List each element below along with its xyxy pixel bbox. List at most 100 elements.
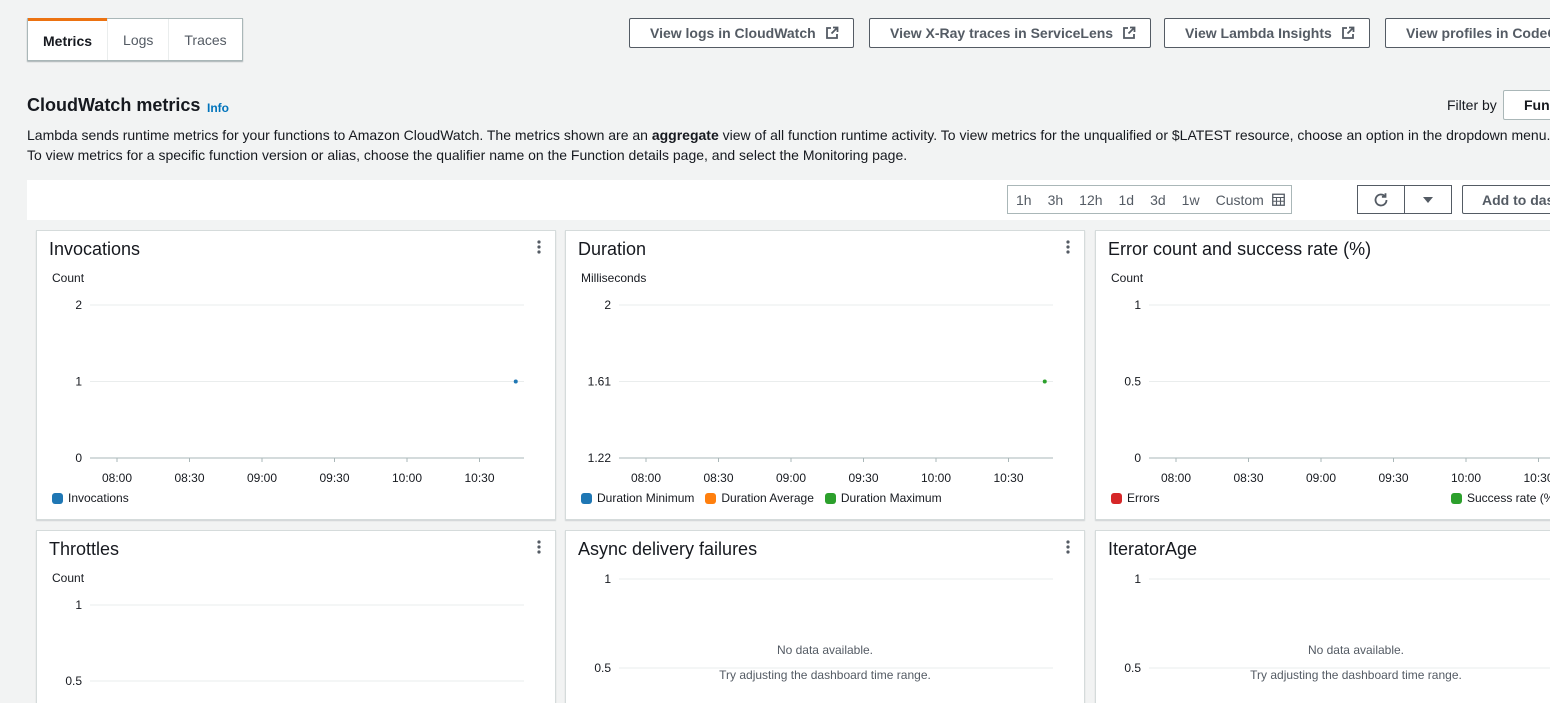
caret-down-icon xyxy=(1423,196,1433,203)
view-profiles-label: View profiles in CodeGuru xyxy=(1406,25,1550,41)
y-tick-label: 0 xyxy=(75,451,82,465)
legend-label: Duration Minimum xyxy=(597,491,695,505)
x-tick-label: 09:30 xyxy=(848,471,878,485)
range-12h[interactable]: 12h xyxy=(1071,186,1110,213)
view-logs-label: View logs in CloudWatch xyxy=(650,25,816,41)
view-profiles-button[interactable]: View profiles in CodeGuru xyxy=(1385,18,1550,48)
x-tick-label: 09:00 xyxy=(247,471,277,485)
legend-label: Duration Maximum xyxy=(840,491,942,505)
add-to-dashboard-button[interactable]: Add to dashboard xyxy=(1462,185,1550,214)
widget-throttles: Throttles Count 0.5 1 xyxy=(36,530,556,703)
tab-logs[interactable]: Logs xyxy=(107,19,168,60)
range-3d[interactable]: 3d xyxy=(1142,186,1174,213)
y-tick-label: 1 xyxy=(1134,298,1141,312)
range-1h[interactable]: 1h xyxy=(1008,186,1040,213)
view-logs-button[interactable]: View logs in CloudWatch xyxy=(629,18,854,48)
legend-swatch xyxy=(581,492,592,504)
y-tick-label: 0 xyxy=(1134,451,1141,465)
legend-label: Success rate (%) xyxy=(1467,491,1550,505)
legend-swatch xyxy=(824,492,836,504)
x-tick-label: 10:00 xyxy=(921,471,951,485)
y-tick-label: 1 xyxy=(1134,572,1141,586)
chart-errors: 0 0.5 1 08:00 08:30 09:00 09:30 10:00 10:30 xyxy=(1124,298,1550,485)
legend-label: Invocations xyxy=(68,491,129,505)
widget-duration: Duration Milliseconds 1.22 1.61 2 08:00 08:3… xyxy=(565,230,1085,520)
x-tick-label: 10:00 xyxy=(1451,471,1481,485)
no-data-hint: Try adjusting the dashboard time range. xyxy=(719,668,931,682)
legend-item[interactable]: Duration Average xyxy=(705,491,814,505)
x-tick-label: 08:00 xyxy=(102,471,132,485)
x-tick-label: 10:00 xyxy=(392,471,422,485)
external-link-icon xyxy=(1123,26,1136,39)
y-tick-label: 2 xyxy=(604,298,611,312)
y-tick-label: 1 xyxy=(75,375,82,389)
chart-invocations: 0 1 2 08:00 08:30 09:00 09:30 10:00 10:30 xyxy=(75,298,524,485)
info-link[interactable]: Info xyxy=(207,101,229,115)
x-tick-label: 08:00 xyxy=(1161,471,1191,485)
legend-item[interactable]: Duration Maximum xyxy=(824,491,942,505)
x-tick-label: 10:30 xyxy=(993,471,1023,485)
range-custom[interactable]: Custom xyxy=(1208,186,1291,213)
x-tick-label: 09:00 xyxy=(776,471,806,485)
widget-errors: Error count and success rate (%) Count 0… xyxy=(1095,230,1550,520)
legend-item[interactable]: Errors xyxy=(1111,491,1160,505)
page-title: CloudWatch metrics xyxy=(27,95,201,115)
tab-traces[interactable]: Traces xyxy=(168,19,241,60)
legend-swatch xyxy=(52,492,63,504)
refresh-options-button[interactable] xyxy=(1404,185,1452,214)
x-tick-label: 08:30 xyxy=(703,471,733,485)
x-tick-label: 08:30 xyxy=(1233,471,1263,485)
metrics-description: Lambda sends runtime metrics for your fu… xyxy=(27,125,1550,165)
external-link-icon xyxy=(1341,26,1355,39)
legend-swatch xyxy=(1111,492,1122,504)
metrics-toolbar xyxy=(27,180,1550,220)
y-tick-label: 1 xyxy=(75,598,82,612)
view-xray-label: View X-Ray traces in ServiceLens xyxy=(890,25,1114,41)
y-tick-label: 0.5 xyxy=(1124,375,1141,389)
refresh-button[interactable] xyxy=(1357,185,1405,214)
data-point xyxy=(1042,379,1047,384)
chart-legend: Invocations xyxy=(52,491,140,505)
view-insights-label: View Lambda Insights xyxy=(1185,25,1332,41)
legend-item[interactable]: Success rate (%) xyxy=(1451,491,1550,505)
legend-label: Duration Average xyxy=(721,491,814,505)
legend-swatch xyxy=(705,492,717,504)
time-range-selector: 1h 3h 12h 1d 3d 1w Custom xyxy=(1007,185,1292,214)
data-point xyxy=(513,379,518,384)
no-data-hint: Try adjusting the dashboard time range. xyxy=(1250,668,1462,682)
y-tick-label: 1 xyxy=(604,572,611,586)
filter-select[interactable]: Function xyxy=(1503,90,1550,120)
x-tick-label: 09:00 xyxy=(1306,471,1336,485)
x-tick-label: 09:30 xyxy=(1378,471,1408,485)
external-link-icon xyxy=(825,26,839,39)
y-tick-label: 0.5 xyxy=(65,674,82,688)
chart-duration: 1.22 1.61 2 08:00 08:30 09:00 09:30 10:00 10:30 xyxy=(588,298,1053,485)
filter-label: Filter by xyxy=(1447,97,1497,113)
range-3h[interactable]: 3h xyxy=(1040,186,1072,213)
range-1d[interactable]: 1d xyxy=(1111,186,1143,213)
monitor-tabs: Metrics Logs Traces xyxy=(27,18,243,61)
view-xray-button[interactable]: View X-Ray traces in ServiceLens xyxy=(869,18,1152,48)
widget-async-failures: Async delivery failures 0.5 1 No data ava… xyxy=(565,530,1085,703)
widget-invocations: Invocations Count 0 1 2 08:00 08:30 09:00 09:3… xyxy=(36,230,556,520)
range-custom-label: Custom xyxy=(1215,191,1264,208)
no-data-message: No data available. xyxy=(1307,643,1405,657)
legend-item[interactable]: Invocations xyxy=(52,491,129,505)
tab-metrics[interactable]: Metrics xyxy=(28,18,108,60)
widget-iterator-age: IteratorAge 0.5 1 No data available. Try … xyxy=(1095,530,1550,703)
legend-swatch xyxy=(1451,492,1462,504)
legend-label: Errors xyxy=(1127,491,1160,505)
calendar-icon xyxy=(1271,193,1285,206)
x-tick-label: 08:00 xyxy=(631,471,661,485)
legend-item[interactable]: Duration Minimum xyxy=(581,491,694,505)
y-tick-label: 2 xyxy=(75,298,82,312)
range-1w[interactable]: 1w xyxy=(1174,186,1208,213)
no-data-message: No data available. xyxy=(776,643,874,657)
refresh-icon xyxy=(1374,192,1388,206)
x-tick-label: 09:30 xyxy=(319,471,349,485)
view-insights-button[interactable]: View Lambda Insights xyxy=(1164,18,1370,48)
chart-throttles: 0.51 xyxy=(65,598,524,688)
x-tick-label: 10:30 xyxy=(464,471,494,485)
description-text: Lambda sends runtime metrics for your fu… xyxy=(27,127,652,143)
x-tick-label: 10:30 xyxy=(1523,471,1550,485)
